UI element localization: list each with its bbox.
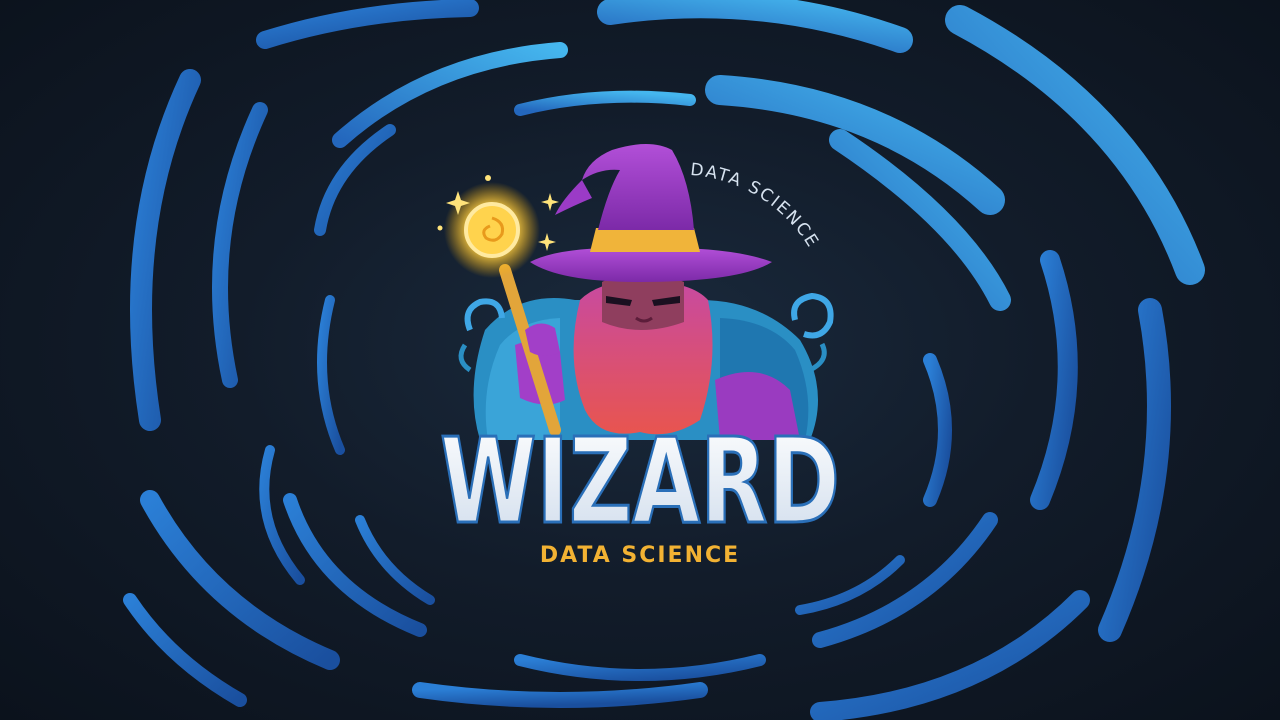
- arc-tagline-text: DATA SCIENCE: [689, 160, 821, 252]
- logo-title: WIZARD: [440, 412, 840, 550]
- logo-tagline: DATA SCIENCE: [540, 543, 740, 568]
- arc-tagline: DATA SCIENCE: [689, 160, 823, 252]
- wizard-logo: DATA SCIENCE WIZARD DATA SCIENCE: [437, 144, 842, 568]
- logo-artwork: DATA SCIENCE WIZARD DATA SCIENCE: [0, 0, 1280, 720]
